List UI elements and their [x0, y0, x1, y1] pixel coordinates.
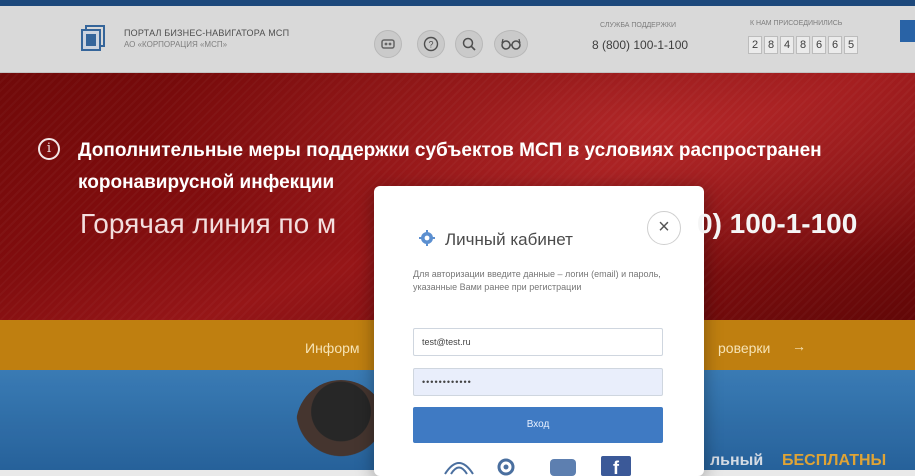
close-button[interactable]: × [647, 211, 681, 245]
info-icon: i [38, 138, 60, 160]
alert-headline-line-1[interactable]: Дополнительные меры поддержки субъектов … [78, 140, 822, 162]
settings-gear-icon[interactable] [489, 454, 523, 476]
cabinet-gear-icon [419, 230, 435, 246]
orange-bar-left-text[interactable]: Информ [305, 340, 360, 356]
alert-headline-line-2[interactable]: коронавирусной инфекции [78, 172, 334, 194]
password-field[interactable]: •••••••••••• [413, 368, 663, 396]
login-email-field[interactable]: test@test.ru [413, 328, 663, 356]
login-modal: Личный кабинет × Для авторизации введите… [374, 186, 704, 476]
login-instructions: Для авторизации введите данные – логин (… [413, 269, 661, 292]
orange-bar-right-text[interactable]: роверки [718, 340, 770, 356]
hotline-text: Горячая линия по м [80, 208, 337, 239]
login-submit-button[interactable]: Вход [413, 407, 663, 443]
hotline-phone[interactable]: 0) 100-1-100 [697, 208, 857, 240]
arrow-right-icon[interactable]: → [792, 338, 806, 354]
facebook-login-icon[interactable]: f [599, 454, 633, 476]
vk-login-icon[interactable] [546, 454, 580, 476]
gosuslugi-login-icon[interactable] [442, 454, 476, 476]
modal-title: Личный кабинет [445, 230, 573, 249]
svg-text:f: f [613, 458, 620, 476]
